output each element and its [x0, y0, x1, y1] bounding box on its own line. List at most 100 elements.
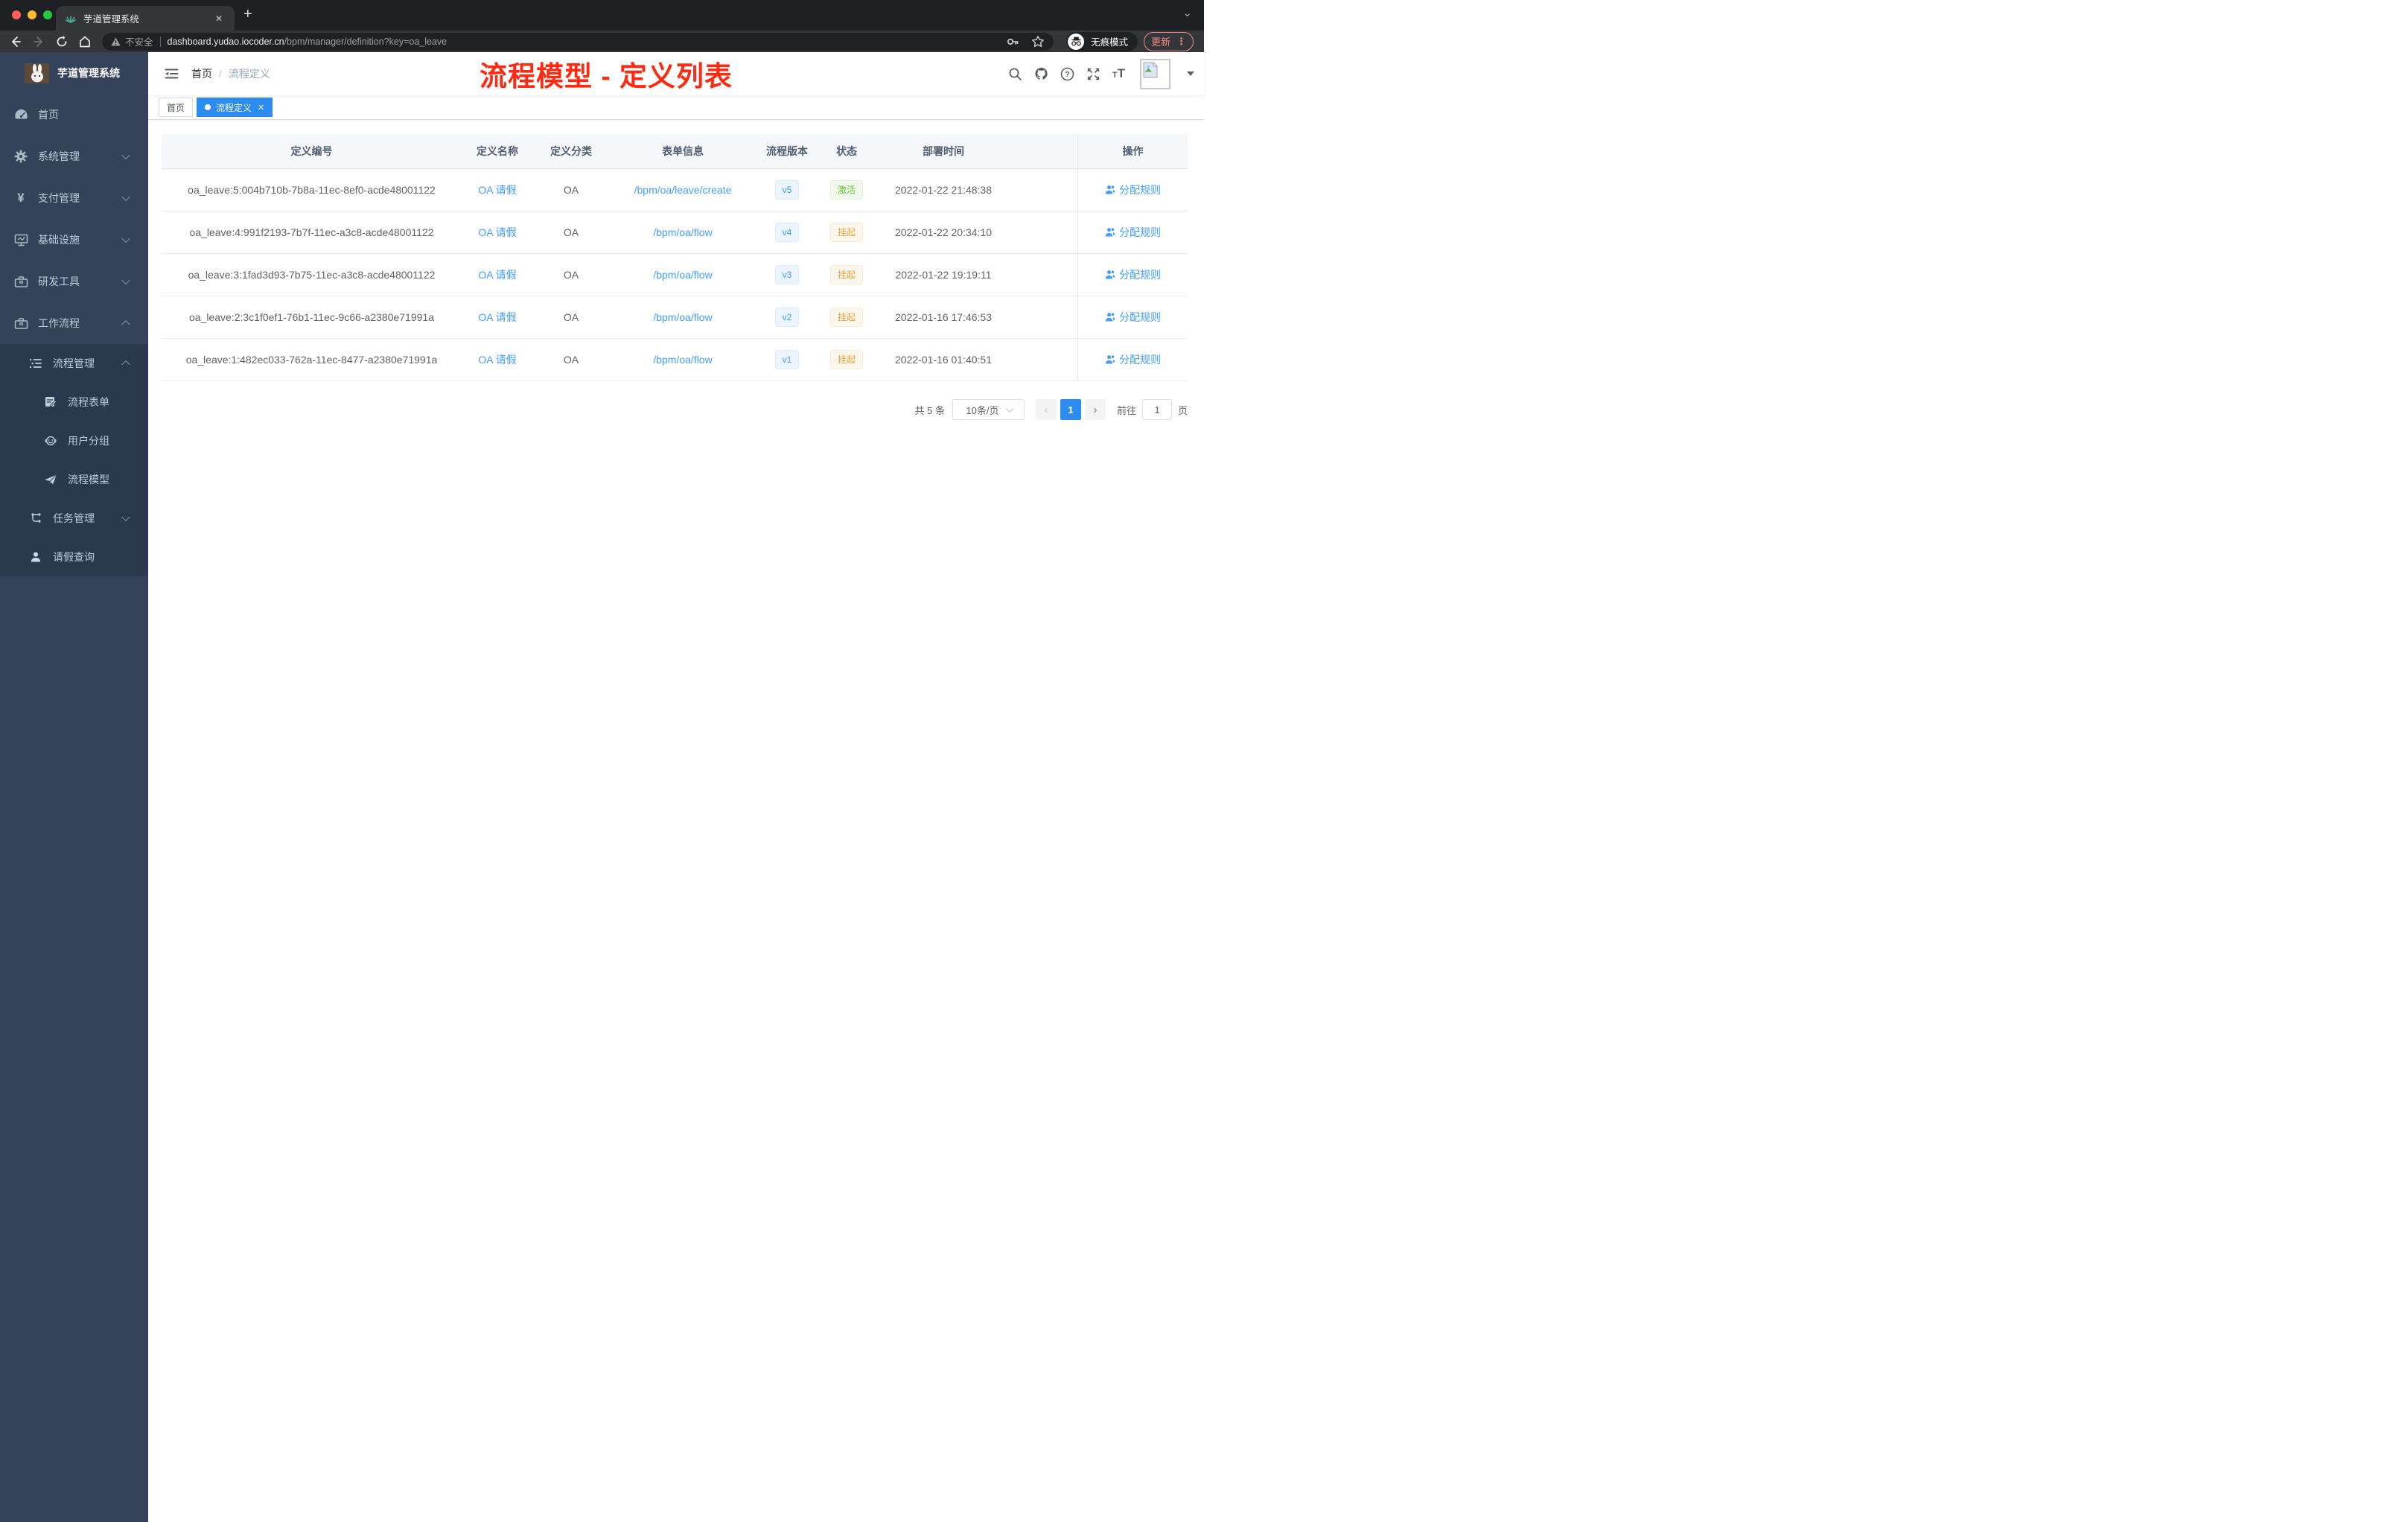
window-zoom-button[interactable] — [43, 10, 52, 19]
tab-close-icon[interactable]: ✕ — [212, 12, 226, 25]
sidebar-item-payment[interactable]: ¥ 支付管理 — [0, 177, 148, 219]
sidebar-item-leave-query[interactable]: 请假查询 — [0, 538, 148, 576]
definition-name-link[interactable]: OA 请假 — [478, 354, 516, 366]
next-page-button[interactable]: › — [1084, 399, 1106, 420]
form-link[interactable]: /bpm/oa/leave/create — [634, 184, 732, 196]
goto-label: 前往 — [1116, 404, 1136, 416]
table-row: oa_leave:4:991f2193-7b7f-11ec-a3c8-acde4… — [162, 211, 1188, 254]
browser-menu-icon[interactable]: ⋮ — [1176, 36, 1186, 48]
window-minimize-button[interactable] — [28, 10, 36, 19]
definition-id: oa_leave:5:004b710b-7b8a-11ec-8ef0-acde4… — [188, 184, 436, 196]
browser-tab-strip: 芋道管理系统 ✕ + ⌄ — [0, 0, 1204, 31]
page-content: 定义编号 定义名称 定义分类 表单信息 流程版本 状态 部署时间 操作 oa_l… — [148, 120, 1204, 1522]
sidebar-logo[interactable]: 芋道管理系统 — [0, 52, 148, 94]
sidebar-item-home[interactable]: 首页 — [0, 94, 148, 136]
goto-unit: 页 — [1177, 404, 1188, 416]
table-row: oa_leave:3:1fad3d93-7b75-11ec-a3c8-acde4… — [162, 254, 1188, 296]
breadcrumb: 首页 / 流程定义 — [191, 66, 270, 81]
version-badge: v5 — [774, 180, 800, 200]
user-avatar[interactable] — [1140, 58, 1170, 89]
top-navbar: 首页 / 流程定义 流程模型 - 定义列表 ? TT — [148, 52, 1204, 95]
definition-id: oa_leave:2:3c1f0ef1-76b1-11ec-9c66-a2380… — [188, 311, 434, 323]
help-icon[interactable]: ? — [1060, 67, 1074, 81]
avatar-dropdown-caret[interactable] — [1187, 71, 1194, 76]
github-icon[interactable] — [1034, 67, 1048, 81]
font-size-icon[interactable]: TT — [1112, 67, 1125, 80]
sidebar-item-workflow[interactable]: 工作流程 — [0, 302, 148, 344]
url-separator — [159, 36, 161, 47]
sidebar-item-process-model[interactable]: 流程模型 — [0, 460, 148, 499]
definition-category: OA — [563, 226, 579, 238]
assign-rule-button[interactable]: 分配规则 — [1105, 267, 1161, 282]
sidebar-item-infra[interactable]: 基础设施 — [0, 219, 148, 261]
deploy-time: 2022-01-16 17:46:53 — [895, 311, 992, 323]
assign-rule-button[interactable]: 分配规则 — [1105, 310, 1161, 325]
definition-name-link[interactable]: OA 请假 — [478, 226, 516, 238]
chevron-down-icon — [121, 150, 130, 160]
page-size-select[interactable]: 10条/页 — [952, 399, 1025, 420]
security-label[interactable]: 不安全 — [125, 34, 153, 48]
definition-id: oa_leave:4:991f2193-7b7f-11ec-a3c8-acde4… — [189, 226, 434, 238]
breadcrumb-current: 流程定义 — [228, 68, 270, 80]
form-link[interactable]: /bpm/oa/flow — [653, 311, 712, 323]
sidebar-item-process-form[interactable]: 流程表单 — [0, 383, 148, 421]
address-bar[interactable]: 不安全 dashboard.yudao.iocoder.cn/bpm/manag… — [102, 32, 1054, 51]
tag-home[interactable]: 首页 — [159, 98, 194, 117]
incognito-badge: 无痕模式 — [1066, 31, 1138, 51]
password-key-icon[interactable] — [1006, 35, 1019, 48]
definition-name-link[interactable]: OA 请假 — [478, 269, 516, 281]
tags-view-bar: 首页 流程定义 ✕ — [148, 95, 1204, 120]
assign-rule-button[interactable]: 分配规则 — [1105, 225, 1161, 240]
sidebar-item-system[interactable]: 系统管理 — [0, 136, 148, 177]
browser-toolbar: 不安全 dashboard.yudao.iocoder.cn/bpm/manag… — [0, 31, 1204, 52]
incognito-icon — [1068, 33, 1084, 50]
assign-rule-button[interactable]: 分配规则 — [1105, 182, 1161, 197]
user-group-icon — [43, 434, 58, 448]
home-button[interactable] — [78, 35, 92, 48]
sidebar: 芋道管理系统 首页 系统管理 ¥ 支付管理 基础设施 研发工具 工作流程 流程管… — [0, 52, 148, 1522]
definition-name-link[interactable]: OA 请假 — [478, 311, 516, 323]
tag-close-icon[interactable]: ✕ — [258, 103, 264, 112]
deploy-time: 2022-01-22 19:19:11 — [895, 269, 992, 281]
search-icon[interactable] — [1008, 67, 1022, 81]
chevron-down-icon — [121, 234, 130, 243]
status-badge: 挂起 — [829, 223, 863, 242]
deploy-time: 2022-01-22 20:34:10 — [895, 226, 992, 238]
breadcrumb-home[interactable]: 首页 — [191, 66, 212, 81]
insecure-warning-icon[interactable] — [111, 37, 121, 46]
pagination: 共 5 条 10条/页 ‹ 1 › 前往 页 — [162, 399, 1188, 420]
tab-title: 芋道管理系统 — [83, 14, 140, 25]
toolbox-icon — [13, 275, 28, 288]
sidebar-toggle-icon[interactable] — [165, 67, 179, 80]
window-controls[interactable] — [12, 10, 52, 19]
forward-button[interactable] — [32, 35, 45, 48]
new-tab-button[interactable]: + — [243, 6, 252, 23]
fullscreen-icon[interactable] — [1086, 67, 1101, 81]
user-icon — [1105, 270, 1115, 279]
definition-id: oa_leave:3:1fad3d93-7b75-11ec-a3c8-acde4… — [188, 269, 436, 281]
sidebar-item-user-group[interactable]: 用户分组 — [0, 421, 148, 460]
window-close-button[interactable] — [12, 10, 21, 19]
back-button[interactable] — [9, 35, 22, 48]
bookmark-star-icon[interactable] — [1031, 35, 1045, 48]
form-link[interactable]: /bpm/oa/flow — [653, 354, 712, 366]
form-link[interactable]: /bpm/oa/flow — [653, 226, 712, 238]
yen-icon: ¥ — [17, 191, 25, 205]
prev-page-button[interactable]: ‹ — [1035, 399, 1057, 420]
assign-rule-button[interactable]: 分配规则 — [1105, 352, 1161, 367]
browser-update-button[interactable]: 更新 ⋮ — [1144, 31, 1194, 51]
user-icon — [1105, 228, 1115, 237]
reload-button[interactable] — [55, 35, 69, 48]
sidebar-item-task-mgmt[interactable]: 任务管理 — [0, 499, 148, 538]
sidebar-submenu-workflow: 流程管理 流程表单 用户分组 流程模型 任务管理 请假查询 — [0, 344, 148, 576]
sidebar-item-devtools[interactable]: 研发工具 — [0, 261, 148, 302]
gear-icon — [13, 150, 28, 163]
browser-tab[interactable]: 芋道管理系统 ✕ — [56, 6, 235, 31]
page-number-1[interactable]: 1 — [1060, 399, 1081, 420]
window-chevron-icon[interactable]: ⌄ — [1182, 6, 1192, 19]
goto-page-input[interactable] — [1141, 399, 1172, 420]
sidebar-item-process-mgmt[interactable]: 流程管理 — [0, 344, 148, 383]
definition-name-link[interactable]: OA 请假 — [478, 184, 516, 196]
tag-process-definition[interactable]: 流程定义 ✕ — [197, 98, 273, 117]
form-link[interactable]: /bpm/oa/flow — [653, 269, 712, 281]
